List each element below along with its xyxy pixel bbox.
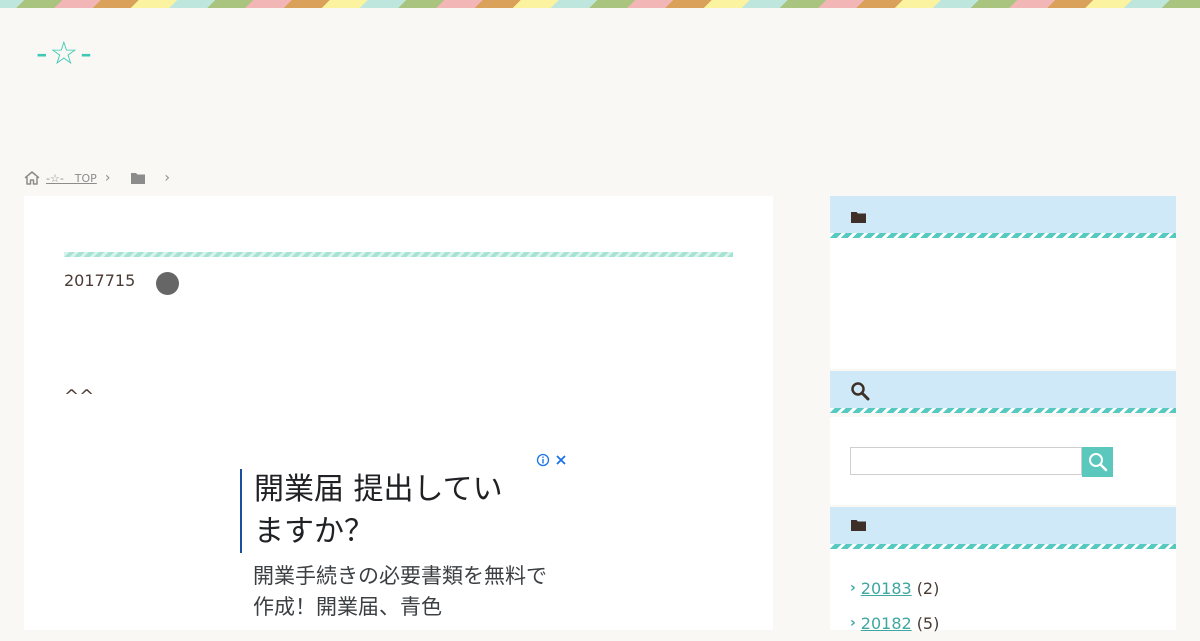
archive-link[interactable]: 20182 xyxy=(861,606,912,641)
chevron-right-icon: › xyxy=(850,580,856,596)
ad-headline[interactable]: 開業届 提出していますか？ xyxy=(240,469,524,553)
widget-header-archive xyxy=(830,507,1176,549)
chevron-right-icon: › xyxy=(104,170,111,186)
search-icon xyxy=(1088,453,1107,472)
folder-icon xyxy=(851,520,866,531)
search-icon xyxy=(851,382,870,401)
list-item: › 20182 (5) xyxy=(850,606,939,641)
widget-body-archive: › 20183 (2) › 20182 (5) xyxy=(830,549,1176,633)
title-divider xyxy=(64,252,733,257)
archive-list: › 20183 (2) › 20182 (5) xyxy=(850,571,939,641)
article-card: 2017715 ^^ 開業届 提出していますか？ 開業手続きの必要書類を無料で作… xyxy=(24,196,773,630)
widget-body-category xyxy=(830,238,1176,369)
search-button[interactable] xyxy=(1082,447,1113,477)
breadcrumb: -☆- TOP › › xyxy=(24,168,190,188)
archive-count: (5) xyxy=(916,614,940,633)
advertisement[interactable]: 開業届 提出していますか？ 開業手続きの必要書類を無料で作成！開業届、青色 xyxy=(240,451,570,631)
widget-header-category xyxy=(830,196,1176,238)
breadcrumb-home-link[interactable]: -☆- TOP xyxy=(46,170,97,186)
chevron-right-icon: › xyxy=(850,615,856,631)
archive-link[interactable]: 20183 xyxy=(861,571,912,606)
ad-info-icon[interactable] xyxy=(536,453,550,467)
article-text: ^^ xyxy=(64,386,95,407)
ad-body[interactable]: 開業手続きの必要書類を無料で作成！開業届、青色 xyxy=(253,561,553,623)
search-form xyxy=(850,447,1113,477)
home-icon xyxy=(24,171,40,185)
list-item: › 20183 (2) xyxy=(850,571,939,606)
archive-count: (2) xyxy=(916,579,940,598)
widget-body-search xyxy=(830,417,1176,505)
search-input[interactable] xyxy=(850,447,1082,475)
chevron-right-icon: › xyxy=(164,170,171,186)
widget-header-search xyxy=(830,371,1176,413)
folder-icon[interactable] xyxy=(130,171,146,185)
ad-controls xyxy=(536,453,568,467)
post-date: 2017715 xyxy=(64,271,136,290)
ad-close-icon[interactable] xyxy=(554,453,568,467)
site-logo[interactable]: -☆- xyxy=(36,34,94,72)
decorative-stripe xyxy=(0,0,1200,8)
folder-icon xyxy=(851,212,866,223)
author-avatar xyxy=(156,272,179,295)
